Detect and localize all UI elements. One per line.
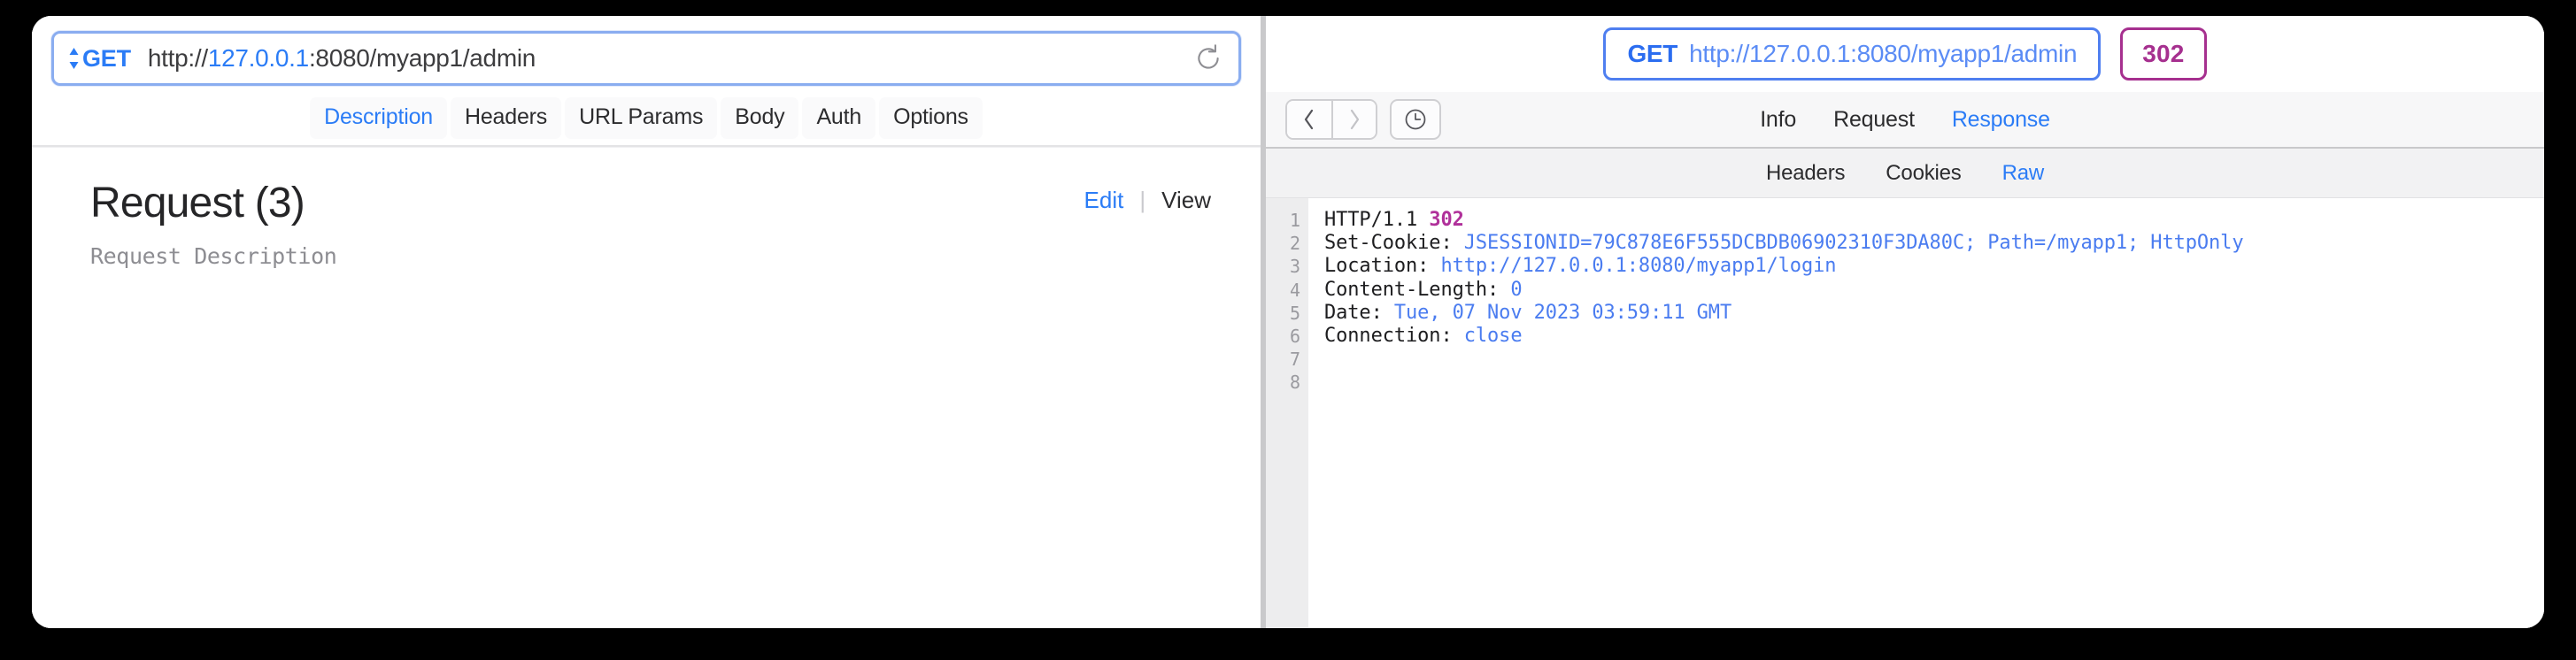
history-nav-group xyxy=(1285,99,1441,140)
subtab-cookies[interactable]: Cookies xyxy=(1886,161,1961,186)
response-panel: GEThttp://127.0.0.1:8080/myapp1/admin 30… xyxy=(1266,16,2544,628)
request-tabs: Description Headers URL Params Body Auth… xyxy=(32,92,1261,147)
response-subtabs: Headers Cookies Raw xyxy=(1266,149,2544,198)
clock-icon[interactable] xyxy=(1390,99,1441,140)
raw-value: JSESSIONID=79C878E6F555DCBDB06902310F3DA… xyxy=(1464,232,2244,254)
tab-url-params[interactable]: URL Params xyxy=(565,97,717,139)
up-down-chevron-icon xyxy=(68,47,80,71)
raw-line xyxy=(1324,348,2544,371)
raw-value: 302 xyxy=(1429,209,1463,231)
raw-response-view: 1 2 3 4 5 6 7 8 HTTP/1.1 302 Set-Cookie:… xyxy=(1266,198,2544,628)
raw-value: 0 xyxy=(1510,279,1522,301)
url-path: :8080/myapp1/admin xyxy=(309,44,536,72)
url-host: 127.0.0.1 xyxy=(208,44,309,72)
raw-key: HTTP/1.1 xyxy=(1324,209,1429,231)
url-input[interactable]: http://127.0.0.1:8080/myapp1/admin xyxy=(148,44,1187,73)
refresh-icon[interactable] xyxy=(1187,37,1230,80)
tab-description[interactable]: Description xyxy=(310,97,447,139)
subtab-raw[interactable]: Raw xyxy=(2002,161,2044,186)
tab-headers[interactable]: Headers xyxy=(451,97,561,139)
tab-body[interactable]: Body xyxy=(721,97,798,139)
raw-key: Set-Cookie: xyxy=(1324,232,1464,254)
status-badge: 302 xyxy=(2120,27,2206,81)
raw-line: Set-Cookie: JSESSIONID=79C878E6F555DCBDB… xyxy=(1324,232,2544,255)
response-navbar: Info Request Response xyxy=(1266,92,2544,149)
line-number: 3 xyxy=(1266,255,1300,278)
edit-button[interactable]: Edit xyxy=(1084,187,1124,214)
edit-view-toggle: Edit | View xyxy=(1084,187,1211,214)
raw-key: Content-Length: xyxy=(1324,279,1510,301)
page-title: Request (3) xyxy=(90,181,1220,226)
line-number: 1 xyxy=(1266,209,1300,232)
url-scheme: http:// xyxy=(148,44,208,72)
view-button[interactable]: View xyxy=(1161,187,1211,214)
raw-line: Date: Tue, 07 Nov 2023 03:59:11 GMT xyxy=(1324,302,2544,325)
raw-key: Date: xyxy=(1324,302,1394,324)
raw-line: HTTP/1.1 302 xyxy=(1324,209,2544,232)
line-number-gutter: 1 2 3 4 5 6 7 8 xyxy=(1266,198,1308,628)
response-url-row: GET http://127.0.0.1:8080/myapp1/admin 30… xyxy=(1266,16,2544,92)
tab-auth[interactable]: Auth xyxy=(802,97,875,139)
request-panel: GET http://127.0.0.1:8080/myapp1/admin D… xyxy=(32,16,1261,628)
line-number: 6 xyxy=(1266,325,1300,348)
subtab-headers[interactable]: Headers xyxy=(1766,161,1845,186)
raw-value: http://127.0.0.1:8080/myapp1/login xyxy=(1440,255,1836,277)
line-number: 5 xyxy=(1266,302,1300,325)
tab-info[interactable]: Info xyxy=(1760,107,1796,133)
response-url-label: http://127.0.0.1:8080/myapp1/admin xyxy=(1689,40,2077,67)
line-number: 4 xyxy=(1266,279,1300,302)
raw-value: Tue, 07 Nov 2023 03:59:11 GMT xyxy=(1394,302,1731,324)
raw-line: Location: http://127.0.0.1:8080/myapp1/l… xyxy=(1324,255,2544,278)
url-bar[interactable]: GET http://127.0.0.1:8080/myapp1/admin xyxy=(51,31,1241,86)
app-window: GET http://127.0.0.1:8080/myapp1/admin D… xyxy=(32,16,2544,628)
response-url-badge[interactable]: GET http://127.0.0.1:8080/myapp1/admin xyxy=(1603,27,2101,81)
response-tabs: Info Request Response xyxy=(1266,107,2544,133)
tab-response[interactable]: Response xyxy=(1952,107,2050,133)
raw-line: Content-Length: 0 xyxy=(1324,279,2544,302)
raw-key: Connection: xyxy=(1324,325,1464,347)
raw-key: Location: xyxy=(1324,255,1440,277)
edit-view-divider: | xyxy=(1139,187,1145,214)
back-forward-group xyxy=(1285,99,1377,140)
method-selector[interactable]: GET xyxy=(68,45,131,73)
tab-request[interactable]: Request xyxy=(1833,107,1915,133)
line-number: 2 xyxy=(1266,232,1300,255)
request-description-area: Request (3) Request Description Edit | V… xyxy=(32,147,1261,628)
raw-line: Connection: close xyxy=(1324,325,2544,348)
request-description-placeholder[interactable]: Request Description xyxy=(90,243,1220,269)
chevron-left-icon[interactable] xyxy=(1287,101,1331,138)
method-label: GET xyxy=(82,45,131,73)
line-number: 7 xyxy=(1266,348,1300,371)
raw-line xyxy=(1324,371,2544,394)
url-bar-row: GET http://127.0.0.1:8080/myapp1/admin xyxy=(32,16,1261,92)
chevron-right-icon[interactable] xyxy=(1331,101,1376,138)
raw-response-text[interactable]: HTTP/1.1 302 Set-Cookie: JSESSIONID=79C8… xyxy=(1308,198,2544,628)
raw-value: close xyxy=(1464,325,1523,347)
tab-options[interactable]: Options xyxy=(879,97,983,139)
line-number: 8 xyxy=(1266,371,1300,394)
response-method-label: GET xyxy=(1627,40,1677,67)
